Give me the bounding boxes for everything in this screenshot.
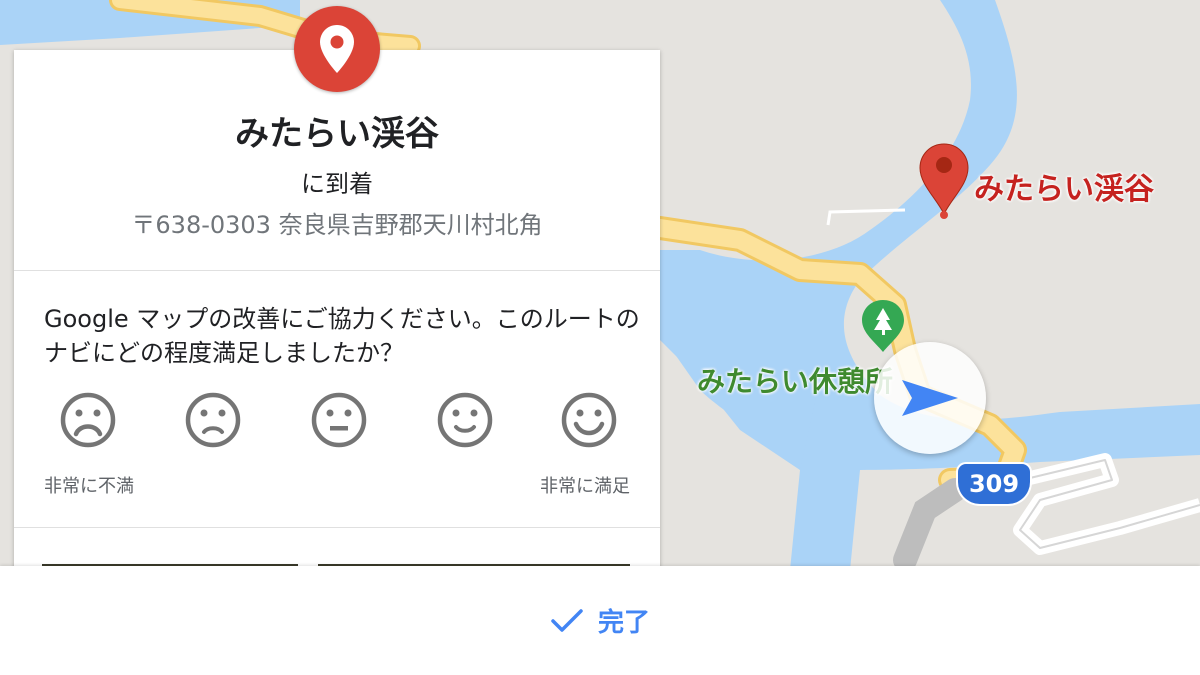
location-pin-badge [294, 6, 380, 92]
scale-high-label: 非常に満足 [540, 476, 630, 497]
place-title: みたらい渓谷 [235, 114, 439, 154]
bottom-action-bar: 完了 [0, 566, 1200, 675]
destination-map-label[interactable]: みたらい渓谷 [974, 164, 1154, 208]
done-button-label: 完了 [597, 608, 650, 638]
place-address: 〒638-0303 奈良県吉野郡天川村北角 [131, 211, 543, 239]
survey-question: Google マップの改善にご協力ください。このルートのナビにどの程度満足しまし… [44, 305, 640, 367]
checkmark-icon [551, 608, 583, 632]
navigation-position-button[interactable] [874, 342, 986, 454]
location-pin-icon [320, 25, 354, 73]
arrival-subtitle: に到着 [301, 170, 373, 198]
dissatisfied-face-icon[interactable] [183, 390, 243, 450]
satisfied-face-icon[interactable] [435, 390, 495, 450]
route-shield: 309 [958, 464, 1030, 504]
very-satisfied-face-icon[interactable] [559, 390, 619, 450]
done-button[interactable]: 完了 [550, 602, 650, 639]
card-divider [14, 270, 660, 271]
card-divider [14, 527, 660, 528]
neutral-face-icon[interactable] [309, 390, 369, 450]
satisfaction-rating [44, 390, 634, 452]
navigation-arrow-icon [902, 380, 958, 416]
scale-low-label: 非常に不満 [44, 476, 134, 497]
very-dissatisfied-face-icon[interactable] [58, 390, 118, 450]
rest-area-map-label[interactable]: みたらい休憩所 [697, 360, 893, 400]
